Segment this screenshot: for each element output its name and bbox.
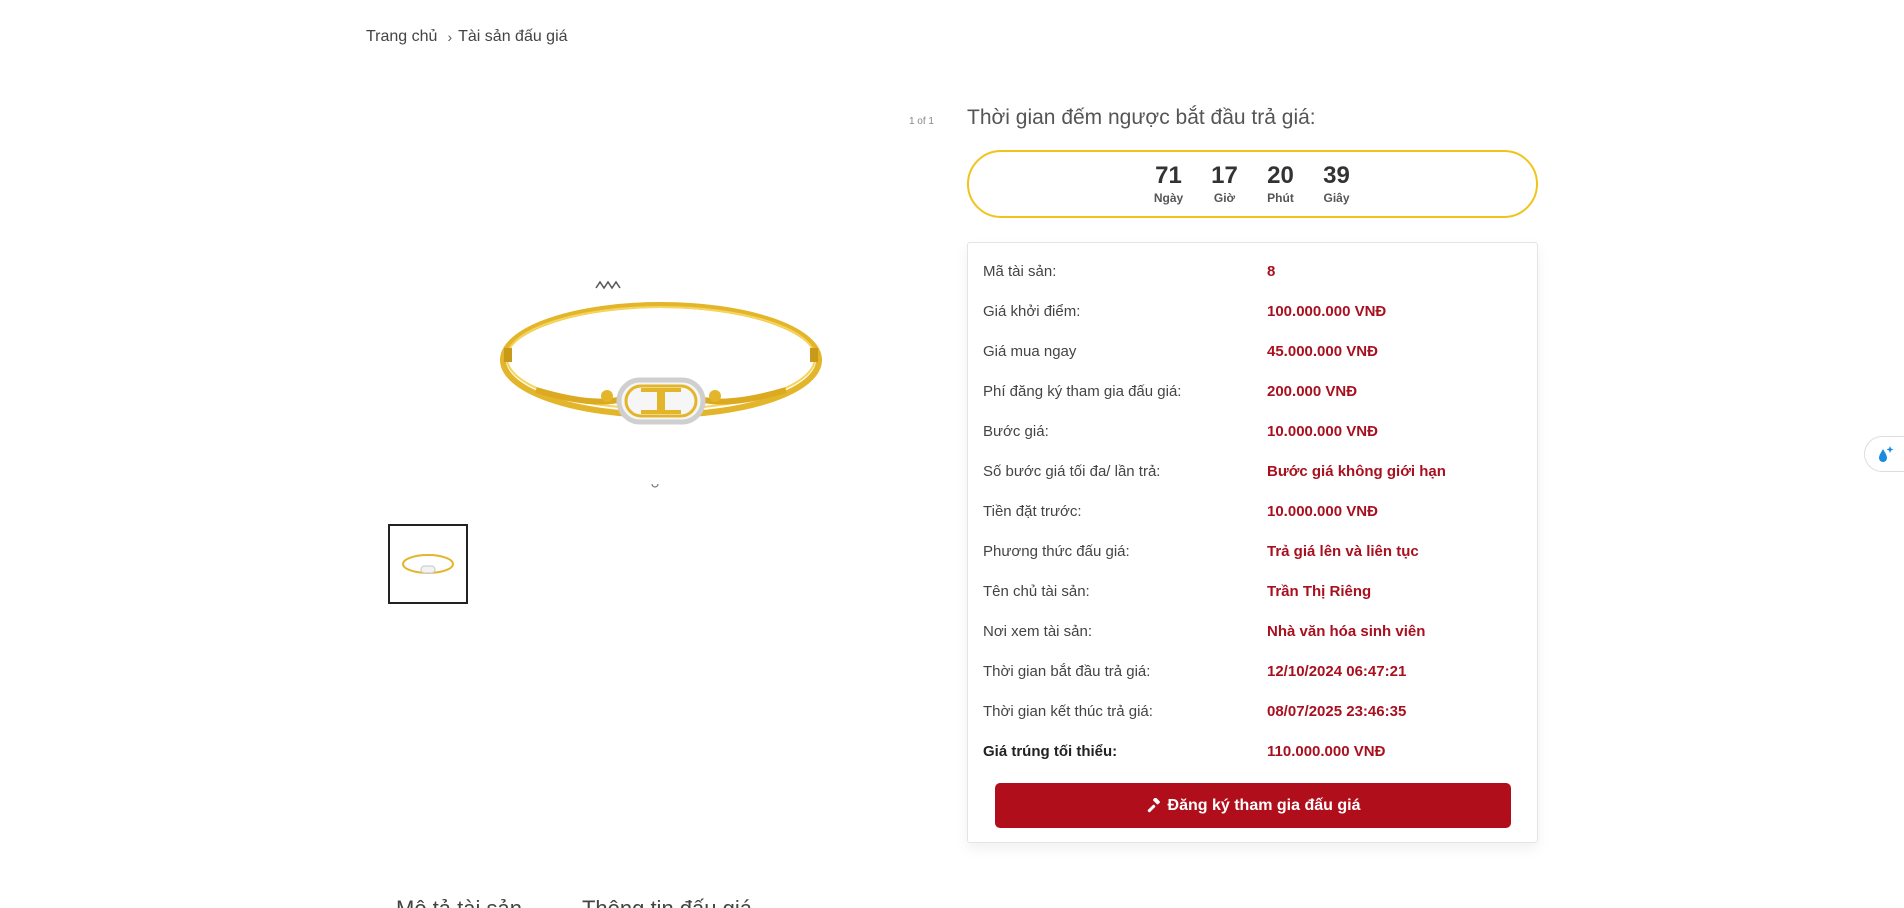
detail-row-bid-end-time: Thời gian kết thúc trả giá: 08/07/2025 2… [983, 691, 1522, 731]
detail-value: Trần Thị Riêng [1267, 582, 1372, 600]
countdown-seconds-label: Giây [1323, 191, 1350, 205]
detail-label: Giá mua ngay [983, 342, 1077, 360]
detail-row-starting-price: Giá khởi điểm: 100.000.000 VNĐ [983, 291, 1522, 331]
countdown-minutes: 20 Phút [1266, 162, 1296, 206]
detail-value: 10.000.000 VNĐ [1267, 502, 1378, 520]
register-button-label: Đăng ký tham gia đấu giá [1167, 796, 1361, 814]
product-main-image[interactable] [476, 240, 846, 480]
countdown-hours-label: Giờ [1213, 191, 1236, 205]
detail-row-max-steps: Số bước giá tối đa/ lần trả: Bước giá kh… [983, 451, 1522, 491]
water-drop-sparkle-icon [1878, 446, 1893, 462]
chevron-right-icon: › [447, 29, 453, 45]
breadcrumb-home-link[interactable]: Trang chủ [366, 28, 437, 46]
detail-row-registration-fee: Phí đăng ký tham gia đấu giá: 200.000 VN… [983, 371, 1522, 411]
auction-info-panel: Thời gian đếm ngược bắt đầu trả giá: 71 … [967, 100, 1538, 843]
detail-label: Số bước giá tối đa/ lần trả: [983, 462, 1161, 480]
detail-value: Bước giá không giới hạn [1267, 462, 1446, 480]
product-thumbnail[interactable] [388, 524, 468, 604]
detail-label: Giá trúng tối thiểu: [983, 742, 1118, 760]
detail-row-owner-name: Tên chủ tài sản: Trần Thị Riêng [983, 571, 1522, 611]
countdown-days: 71 Ngày [1153, 162, 1184, 206]
product-gallery: 1 of 1 [366, 100, 936, 620]
detail-row-bid-step: Bước giá: 10.000.000 VNĐ [983, 411, 1522, 451]
detail-label: Nơi xem tài sản: [983, 622, 1093, 640]
detail-value: 12/10/2024 06:47:21 [1267, 662, 1407, 680]
countdown-hours-value: 17 [1211, 162, 1238, 189]
countdown-days-value: 71 [1155, 162, 1182, 189]
detail-row-buy-now-price: Giá mua ngay 45.000.000 VNĐ [983, 331, 1522, 371]
detail-label: Thời gian bắt đầu trả giá: [983, 662, 1151, 680]
detail-row-bid-start-time: Thời gian bắt đầu trả giá: 12/10/2024 06… [983, 651, 1522, 691]
detail-label: Thời gian kết thúc trả giá: [983, 702, 1153, 720]
detail-row-deposit: Tiền đặt trước: 10.000.000 VNĐ [983, 491, 1522, 531]
detail-label: Mã tài sản: [983, 262, 1057, 280]
asset-tabs: Mô tả tài sản Thông tin đấu giá [396, 896, 752, 908]
detail-row-asset-code: Mã tài sản: 8 [983, 251, 1522, 291]
detail-label: Bước giá: [983, 422, 1049, 440]
detail-value: 45.000.000 VNĐ [1267, 342, 1378, 360]
breadcrumb-current-link[interactable]: Tài sản đấu giá [458, 28, 567, 46]
breadcrumb: Trang chủ › Tài sản đấu giá [366, 28, 568, 46]
detail-value: 10.000.000 VNĐ [1267, 422, 1378, 440]
floating-assistant-button[interactable] [1864, 436, 1904, 472]
countdown-seconds-value: 39 [1323, 162, 1350, 189]
gavel-icon [1147, 797, 1160, 812]
detail-value: Nhà văn hóa sinh viên [1267, 622, 1426, 640]
detail-label: Tiền đặt trước: [983, 502, 1082, 520]
detail-value: 08/07/2025 23:46:35 [1267, 702, 1407, 720]
detail-row-viewing-location: Nơi xem tài sản: Nhà văn hóa sinh viên [983, 611, 1522, 651]
detail-row-auction-method: Phương thức đấu giá: Trả giá lên và liên… [983, 531, 1522, 571]
countdown-hours: 17 Giờ [1210, 162, 1240, 206]
loading-spinner-icon [651, 483, 659, 488]
detail-label: Phí đăng ký tham gia đấu giá: [983, 382, 1182, 400]
countdown-days-label: Ngày [1153, 191, 1184, 205]
register-auction-button[interactable]: Đăng ký tham gia đấu giá [995, 783, 1511, 828]
detail-value: Trả giá lên và liên tục [1267, 542, 1419, 560]
slide-counter: 1 of 1 [908, 116, 934, 127]
detail-value: 110.000.000 VNĐ [1267, 742, 1386, 760]
countdown-seconds: 39 Giây [1322, 162, 1352, 206]
detail-label: Phương thức đấu giá: [983, 542, 1130, 560]
tab-description[interactable]: Mô tả tài sản [396, 896, 522, 908]
detail-row-minimum-winning-price: Giá trúng tối thiểu: 110.000.000 VNĐ [983, 731, 1522, 771]
detail-label: Tên chủ tài sản: [983, 582, 1090, 600]
countdown-minutes-value: 20 [1267, 162, 1294, 189]
detail-value: 200.000 VNĐ [1267, 382, 1358, 400]
detail-value: 100.000.000 VNĐ [1267, 302, 1387, 320]
detail-value: 8 [1267, 262, 1276, 280]
countdown-timer: 71 Ngày 17 Giờ 20 Phút 39 Giây [967, 150, 1538, 218]
tab-auction-info[interactable]: Thông tin đấu giá [582, 896, 752, 908]
countdown-title: Thời gian đếm ngược bắt đầu trả giá: [967, 106, 1316, 129]
countdown-minutes-label: Phút [1267, 191, 1294, 205]
detail-label: Giá khởi điểm: [983, 302, 1081, 320]
asset-details-table: Mã tài sản: 8 Giá khởi điểm: 100.000.000… [967, 242, 1538, 843]
